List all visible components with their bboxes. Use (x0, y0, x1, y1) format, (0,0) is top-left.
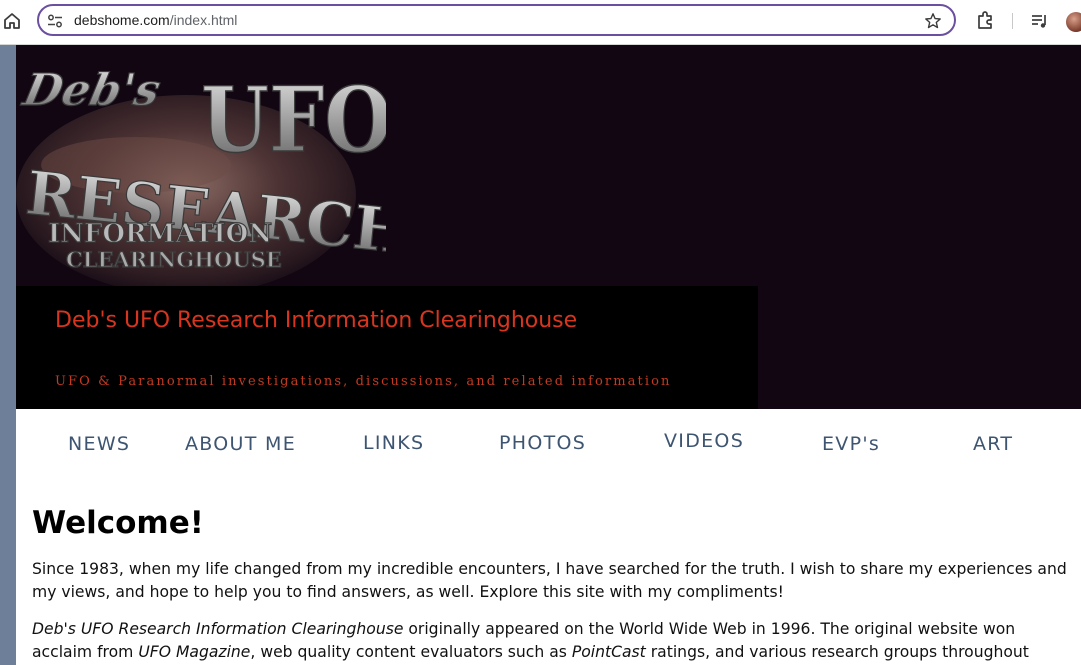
nav-news[interactable]: NEWS (68, 433, 130, 455)
nav-videos[interactable]: VIDEOS (664, 430, 744, 452)
site-name-italic: Deb's UFO Research Information Clearingh… (32, 620, 404, 638)
magazine-name-italic: UFO Magazine (138, 643, 251, 661)
nav-links[interactable]: LINKS (363, 432, 424, 454)
media-controls-icon[interactable] (1030, 11, 1050, 31)
logo-word-debs: Deb's (17, 64, 165, 115)
nav-about-me[interactable]: ABOUT ME (185, 433, 296, 455)
main-content: Welcome! Since 1983, when my life change… (32, 500, 1072, 664)
site-settings-icon[interactable] (47, 13, 63, 29)
logo-word-information: INFORMATION (48, 219, 272, 249)
pointcast-italic: PointCast (571, 643, 646, 661)
address-bar[interactable]: debshome.com/index.html (37, 4, 956, 36)
intro-paragraph: Since 1983, when my life changed from my… (32, 560, 1067, 601)
main-nav: NEWS ABOUT ME LINKS PHOTOS VIDEOS EVP's … (16, 409, 1081, 479)
site-title[interactable]: Deb's UFO Research Information Clearingh… (55, 308, 577, 333)
nav-evps[interactable]: EVP's (822, 433, 880, 455)
browser-toolbar: debshome.com/index.html (0, 0, 1081, 45)
page-side-strip (0, 45, 16, 665)
site-tagline: UFO & Paranormal investigations, discuss… (55, 374, 672, 389)
page-heading: Welcome! (32, 505, 204, 541)
logo-word-ufo: UFO (201, 66, 386, 172)
url-path: /index.html (169, 12, 238, 28)
site-logo[interactable]: Deb's UFO RESEARCH INFORMATION CLEARINGH… (16, 45, 386, 290)
history-text-3: ratings, and various research groups thr… (645, 643, 1029, 661)
nav-art[interactable]: ART (973, 433, 1013, 455)
site-banner: Deb's UFO RESEARCH INFORMATION CLEARINGH… (16, 45, 1081, 409)
profile-avatar[interactable] (1066, 12, 1081, 32)
home-icon[interactable] (2, 11, 22, 31)
logo-word-clearinghouse: CLEARINGHOUSE (66, 247, 282, 272)
history-paragraph: Deb's UFO Research Information Clearingh… (32, 618, 1072, 664)
url-text[interactable]: debshome.com/index.html (74, 12, 237, 28)
nav-photos[interactable]: PHOTOS (499, 432, 586, 454)
toolbar-divider (1012, 13, 1013, 29)
title-box: Deb's UFO Research Information Clearingh… (16, 286, 758, 409)
bookmark-star-icon[interactable] (924, 12, 942, 30)
extensions-icon[interactable] (975, 10, 995, 30)
history-text-2: , web quality content evaluators such as (250, 643, 572, 661)
url-domain: debshome.com (74, 12, 170, 28)
